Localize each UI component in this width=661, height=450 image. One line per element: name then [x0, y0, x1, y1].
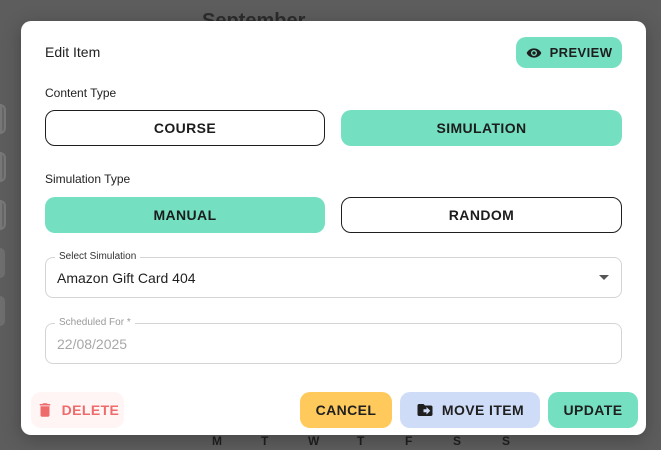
background-element — [0, 296, 5, 326]
content-type-course-option[interactable]: COURSE — [45, 110, 325, 146]
weekday-label: T — [357, 434, 365, 448]
background-element — [0, 200, 6, 230]
simulation-type-manual-option[interactable]: MANUAL — [45, 197, 325, 233]
delete-label: DELETE — [61, 402, 120, 418]
preview-label: PREVIEW — [549, 45, 613, 60]
background-element — [0, 152, 6, 182]
content-type-label: Content Type — [45, 86, 117, 100]
trash-icon — [39, 403, 50, 417]
dialog-title: Edit Item — [45, 44, 101, 60]
chevron-down-icon[interactable] — [599, 275, 609, 280]
update-button[interactable]: UPDATE — [548, 392, 638, 428]
background-element — [0, 104, 6, 134]
weekday-label: S — [502, 434, 511, 448]
edit-item-dialog: Edit Item PREVIEW Content Type COURSE SI… — [21, 21, 646, 435]
cancel-button[interactable]: CANCEL — [300, 392, 392, 428]
scheduled-for-label: Scheduled For * — [55, 317, 135, 328]
scheduled-for-field[interactable]: Scheduled For * 22/08/2025 — [45, 317, 622, 364]
calendar-weekday-row: M T W T F S S — [0, 434, 661, 450]
background-element — [0, 248, 5, 278]
content-type-simulation-option[interactable]: SIMULATION — [341, 110, 622, 146]
simulation-type-label: Simulation Type — [45, 172, 131, 186]
move-item-label: MOVE ITEM — [441, 402, 525, 418]
preview-button[interactable]: PREVIEW — [516, 37, 622, 68]
select-simulation-label: Select Simulation — [55, 251, 141, 262]
move-item-button[interactable]: MOVE ITEM — [400, 392, 540, 428]
scheduled-for-value: 22/08/2025 — [57, 336, 128, 352]
weekday-label: M — [212, 434, 222, 448]
delete-button[interactable]: DELETE — [31, 392, 124, 428]
eye-icon — [526, 47, 541, 58]
folder-move-icon — [417, 404, 433, 416]
weekday-label: T — [261, 434, 269, 448]
simulation-type-random-option[interactable]: RANDOM — [341, 197, 622, 233]
weekday-label: S — [453, 434, 462, 448]
weekday-label: F — [405, 434, 413, 448]
weekday-label: W — [308, 434, 320, 448]
select-simulation-dropdown[interactable]: Select Simulation Amazon Gift Card 404 — [45, 251, 622, 298]
select-simulation-value: Amazon Gift Card 404 — [57, 270, 196, 286]
